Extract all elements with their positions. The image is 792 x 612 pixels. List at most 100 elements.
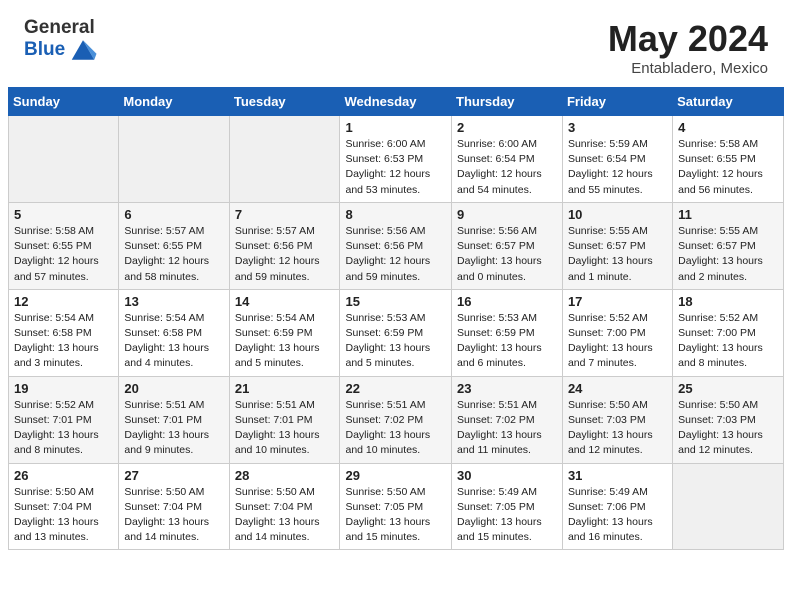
day-info: Sunrise: 5:49 AM Sunset: 7:06 PM Dayligh… — [568, 485, 667, 546]
calendar-week-row: 1Sunrise: 6:00 AM Sunset: 6:53 PM Daylig… — [9, 116, 784, 203]
day-number: 29 — [345, 468, 446, 483]
table-row: 12Sunrise: 5:54 AM Sunset: 6:58 PM Dayli… — [9, 289, 119, 376]
table-row: 30Sunrise: 5:49 AM Sunset: 7:05 PM Dayli… — [452, 463, 563, 550]
day-info: Sunrise: 5:55 AM Sunset: 6:57 PM Dayligh… — [678, 224, 778, 285]
day-number: 13 — [124, 294, 223, 309]
col-sunday: Sunday — [9, 88, 119, 116]
col-saturday: Saturday — [673, 88, 784, 116]
day-number: 27 — [124, 468, 223, 483]
title-block: May 2024 Entabladero, Mexico — [608, 18, 768, 77]
day-info: Sunrise: 5:52 AM Sunset: 7:00 PM Dayligh… — [568, 311, 667, 372]
location-title: Entabladero, Mexico — [608, 60, 768, 77]
day-info: Sunrise: 5:50 AM Sunset: 7:05 PM Dayligh… — [345, 485, 446, 546]
logo: General Blue — [24, 18, 98, 63]
day-number: 31 — [568, 468, 667, 483]
calendar-week-row: 26Sunrise: 5:50 AM Sunset: 7:04 PM Dayli… — [9, 463, 784, 550]
day-number: 3 — [568, 120, 667, 135]
day-info: Sunrise: 5:59 AM Sunset: 6:54 PM Dayligh… — [568, 137, 667, 198]
day-info: Sunrise: 5:56 AM Sunset: 6:57 PM Dayligh… — [457, 224, 557, 285]
day-number: 11 — [678, 207, 778, 222]
table-row: 31 Sunrise: 5:49 AM Sunset: 7:06 PM Dayli… — [562, 463, 672, 550]
calendar-header-row: Sunday Monday Tuesday Wednesday Thursday… — [9, 88, 784, 116]
day-number: 18 — [678, 294, 778, 309]
day-info: Sunrise: 6:00 AM Sunset: 6:54 PM Dayligh… — [457, 137, 557, 198]
logo-general: General — [24, 18, 95, 39]
table-row: 13 Sunrise: 5:54 AM Sunset: 6:58 PM Dayli… — [119, 289, 229, 376]
table-row: 27 Sunrise: 5:50 AM Sunset: 7:04 PM Dayli… — [119, 463, 229, 550]
day-number: 8 — [345, 207, 446, 222]
day-info: Sunrise: 5:54 AM Sunset: 6:58 PM Dayligh… — [124, 311, 223, 372]
day-info: Sunrise: 5:50 AM Sunset: 7:04 PM Dayligh… — [14, 485, 113, 546]
day-info: Sunrise: 5:53 AM Sunset: 6:59 PM Dayligh… — [457, 311, 557, 372]
day-number: 6 — [124, 207, 223, 222]
table-row: 20Sunrise: 5:51 AM Sunset: 7:01 PM Dayli… — [119, 376, 229, 463]
day-number: 4 — [678, 120, 778, 135]
month-title: May 2024 — [608, 18, 768, 60]
day-number: 10 — [568, 207, 667, 222]
col-thursday: Thursday — [452, 88, 563, 116]
logo-blue: Blue — [24, 40, 65, 61]
day-info: Sunrise: 5:50 AM Sunset: 7:04 PM Dayligh… — [124, 485, 223, 546]
day-number: 19 — [14, 381, 113, 396]
day-number: 25 — [678, 381, 778, 396]
day-number: 22 — [345, 381, 446, 396]
day-number: 24 — [568, 381, 667, 396]
table-row: 11 Sunrise: 5:55 AM Sunset: 6:57 PM Dayli… — [673, 202, 784, 289]
day-info: Sunrise: 5:50 AM Sunset: 7:03 PM Dayligh… — [678, 398, 778, 459]
day-info: Sunrise: 5:50 AM Sunset: 7:03 PM Dayligh… — [568, 398, 667, 459]
day-number: 21 — [235, 381, 335, 396]
calendar-week-row: 19 Sunrise: 5:52 AM Sunset: 7:01 PM Dayli… — [9, 376, 784, 463]
logo-icon — [68, 37, 98, 63]
table-row: 4 Sunrise: 5:58 AM Sunset: 6:55 PM Daylig… — [673, 116, 784, 203]
calendar-week-row: 5Sunrise: 5:58 AM Sunset: 6:55 PM Daylig… — [9, 202, 784, 289]
table-row — [673, 463, 784, 550]
col-monday: Monday — [119, 88, 229, 116]
table-row: 17 Sunrise: 5:52 AM Sunset: 7:00 PM Dayli… — [562, 289, 672, 376]
day-number: 30 — [457, 468, 557, 483]
table-row: 7Sunrise: 5:57 AM Sunset: 6:56 PM Daylig… — [229, 202, 340, 289]
table-row: 19 Sunrise: 5:52 AM Sunset: 7:01 PM Dayli… — [9, 376, 119, 463]
col-wednesday: Wednesday — [340, 88, 452, 116]
table-row: 5Sunrise: 5:58 AM Sunset: 6:55 PM Daylig… — [9, 202, 119, 289]
day-number: 14 — [235, 294, 335, 309]
table-row: 14 Sunrise: 5:54 AM Sunset: 6:59 PM Dayli… — [229, 289, 340, 376]
day-info: Sunrise: 5:53 AM Sunset: 6:59 PM Dayligh… — [345, 311, 446, 372]
day-info: Sunrise: 5:51 AM Sunset: 7:01 PM Dayligh… — [235, 398, 335, 459]
table-row — [229, 116, 340, 203]
day-info: Sunrise: 5:56 AM Sunset: 6:56 PM Dayligh… — [345, 224, 446, 285]
day-info: Sunrise: 5:54 AM Sunset: 6:59 PM Dayligh… — [235, 311, 335, 372]
table-row: 2 Sunrise: 6:00 AM Sunset: 6:54 PM Daylig… — [452, 116, 563, 203]
day-info: Sunrise: 5:50 AM Sunset: 7:04 PM Dayligh… — [235, 485, 335, 546]
day-number: 28 — [235, 468, 335, 483]
day-number: 15 — [345, 294, 446, 309]
day-info: Sunrise: 5:57 AM Sunset: 6:55 PM Dayligh… — [124, 224, 223, 285]
calendar-wrapper: Sunday Monday Tuesday Wednesday Thursday… — [0, 87, 792, 558]
table-row: 21 Sunrise: 5:51 AM Sunset: 7:01 PM Dayli… — [229, 376, 340, 463]
table-row: 28 Sunrise: 5:50 AM Sunset: 7:04 PM Dayli… — [229, 463, 340, 550]
table-row: 24 Sunrise: 5:50 AM Sunset: 7:03 PM Dayli… — [562, 376, 672, 463]
day-info: Sunrise: 5:52 AM Sunset: 7:01 PM Dayligh… — [14, 398, 113, 459]
day-number: 17 — [568, 294, 667, 309]
table-row: 29 Sunrise: 5:50 AM Sunset: 7:05 PM Dayli… — [340, 463, 452, 550]
day-info: Sunrise: 5:58 AM Sunset: 6:55 PM Dayligh… — [14, 224, 113, 285]
table-row: 10 Sunrise: 5:55 AM Sunset: 6:57 PM Dayli… — [562, 202, 672, 289]
day-info: Sunrise: 5:51 AM Sunset: 7:02 PM Dayligh… — [457, 398, 557, 459]
col-friday: Friday — [562, 88, 672, 116]
day-number: 9 — [457, 207, 557, 222]
table-row — [9, 116, 119, 203]
table-row: 26Sunrise: 5:50 AM Sunset: 7:04 PM Dayli… — [9, 463, 119, 550]
calendar-week-row: 12Sunrise: 5:54 AM Sunset: 6:58 PM Dayli… — [9, 289, 784, 376]
day-info: Sunrise: 5:55 AM Sunset: 6:57 PM Dayligh… — [568, 224, 667, 285]
day-number: 2 — [457, 120, 557, 135]
calendar-table: Sunday Monday Tuesday Wednesday Thursday… — [8, 87, 784, 550]
day-info: Sunrise: 5:58 AM Sunset: 6:55 PM Dayligh… — [678, 137, 778, 198]
table-row: 9 Sunrise: 5:56 AM Sunset: 6:57 PM Daylig… — [452, 202, 563, 289]
table-row: 8 Sunrise: 5:56 AM Sunset: 6:56 PM Daylig… — [340, 202, 452, 289]
table-row: 22Sunrise: 5:51 AM Sunset: 7:02 PM Dayli… — [340, 376, 452, 463]
table-row: 16Sunrise: 5:53 AM Sunset: 6:59 PM Dayli… — [452, 289, 563, 376]
table-row: 23 Sunrise: 5:51 AM Sunset: 7:02 PM Dayli… — [452, 376, 563, 463]
day-number: 20 — [124, 381, 223, 396]
day-number: 23 — [457, 381, 557, 396]
table-row: 15 Sunrise: 5:53 AM Sunset: 6:59 PM Dayli… — [340, 289, 452, 376]
table-row — [119, 116, 229, 203]
